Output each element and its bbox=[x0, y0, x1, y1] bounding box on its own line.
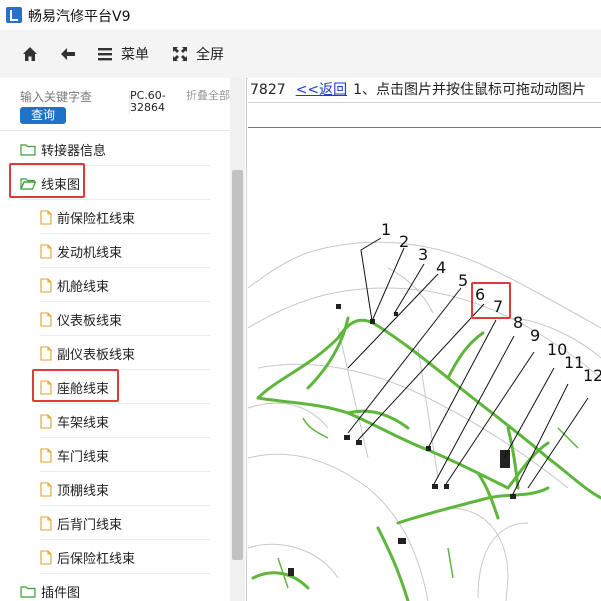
document-icon bbox=[40, 481, 52, 497]
open-folder-icon bbox=[20, 177, 36, 190]
tree-item-label: 仪表板线束 bbox=[57, 313, 123, 329]
pc-code: PC.60-32864 bbox=[129, 90, 178, 114]
folder-icon bbox=[20, 143, 36, 156]
diagram-code: 7827 bbox=[250, 82, 286, 98]
tree-item-label: 发动机线束 bbox=[57, 245, 123, 261]
title-bar: 畅易汽修平台V9 bbox=[0, 0, 601, 30]
sidebar-scrollbar[interactable] bbox=[230, 78, 245, 601]
back-link[interactable]: <<返回 bbox=[296, 82, 347, 98]
callout-number: 8 bbox=[513, 313, 524, 332]
fullscreen-button[interactable]: 全屏 bbox=[172, 42, 224, 66]
document-icon bbox=[40, 447, 52, 463]
tree-doc-item[interactable]: 座舱线束 bbox=[40, 371, 210, 404]
tree-doc-item[interactable]: 前保险杠线束 bbox=[40, 201, 210, 234]
app-logo-icon bbox=[6, 7, 22, 23]
back-button[interactable] bbox=[60, 42, 76, 66]
document-icon bbox=[40, 209, 52, 225]
fullscreen-label: 全屏 bbox=[196, 47, 224, 63]
tree-item-label: 顶棚线束 bbox=[57, 483, 110, 499]
tree-doc-item[interactable]: 后保险杠线束 bbox=[40, 541, 210, 574]
tree-doc-item[interactable]: 发动机线束 bbox=[40, 235, 210, 268]
folder-icon bbox=[20, 585, 36, 598]
header-band bbox=[248, 103, 601, 128]
callout-number: 7 bbox=[493, 297, 504, 316]
tree-item-label: 副仪表板线束 bbox=[57, 347, 136, 363]
tree-folder-item[interactable]: 插件图 bbox=[20, 575, 210, 601]
document-icon bbox=[40, 549, 52, 565]
tree-doc-item[interactable]: 顶棚线束 bbox=[40, 473, 210, 506]
tree-folder-item[interactable]: 转接器信息 bbox=[20, 133, 210, 166]
callout-number: 5 bbox=[458, 271, 469, 290]
callout-number: 2 bbox=[399, 232, 410, 251]
menu-label: 菜单 bbox=[121, 47, 149, 63]
tree-doc-item[interactable]: 仪表板线束 bbox=[40, 303, 210, 336]
keyword-search-input[interactable] bbox=[20, 88, 120, 106]
back-arrow-icon bbox=[61, 48, 75, 60]
callout-number: 11 bbox=[564, 353, 585, 372]
document-icon bbox=[40, 379, 52, 395]
callout-number: 3 bbox=[418, 245, 429, 264]
document-icon bbox=[40, 243, 52, 259]
tree-doc-item[interactable]: 后背门线束 bbox=[40, 507, 210, 540]
document-icon bbox=[40, 277, 52, 293]
window-title: 畅易汽修平台V9 bbox=[28, 9, 131, 25]
drag-hint: 1、点击图片并按住鼠标可拖动动图片 bbox=[353, 82, 587, 98]
callout-number: 12 bbox=[583, 366, 601, 385]
callout-number: 4 bbox=[436, 258, 447, 277]
tree-item-label: 前保险杠线束 bbox=[57, 211, 136, 227]
tree-doc-item[interactable]: 机舱线束 bbox=[40, 269, 210, 302]
tree-item-label: 线束图 bbox=[41, 177, 81, 193]
callout-number: 9 bbox=[530, 326, 541, 345]
tree-item-label: 车门线束 bbox=[57, 449, 110, 465]
document-icon bbox=[40, 413, 52, 429]
home-button[interactable] bbox=[22, 42, 38, 66]
fullscreen-icon bbox=[173, 47, 187, 61]
wiring-diagram[interactable]: 1 2 3 4 5 6 7 8 9 10 11 12 bbox=[248, 128, 601, 601]
collapse-all-link[interactable]: 折叠全部 bbox=[186, 90, 230, 102]
tree-item-label: 座舱线束 bbox=[57, 381, 110, 397]
content-header: 7827 <<返回 1、点击图片并按住鼠标可拖动动图片 bbox=[248, 78, 601, 103]
tree-item-label: 后保险杠线束 bbox=[57, 551, 136, 567]
callout-number: 1 bbox=[381, 220, 392, 239]
tree-doc-item[interactable]: 车门线束 bbox=[40, 439, 210, 472]
home-icon bbox=[23, 47, 37, 61]
scroll-thumb[interactable] bbox=[232, 170, 243, 560]
tree-item-label: 插件图 bbox=[41, 585, 81, 601]
document-icon bbox=[40, 311, 52, 327]
query-button[interactable]: 查询 bbox=[20, 107, 66, 124]
harness-drawing bbox=[248, 237, 601, 601]
tree-item-label: 后背门线束 bbox=[57, 517, 123, 533]
menu-button[interactable]: 菜单 bbox=[97, 42, 149, 66]
sidebar: 查询 PC.60-32864 折叠全部 转接器信息线束图前保险杠线束发动机线束机… bbox=[0, 78, 247, 601]
tree-doc-item[interactable]: 车架线束 bbox=[40, 405, 210, 438]
document-icon bbox=[40, 515, 52, 531]
document-icon bbox=[40, 345, 52, 361]
toolbar: 菜单 全屏 bbox=[0, 30, 601, 79]
tree-item-label: 车架线束 bbox=[57, 415, 110, 431]
tree-item-label: 转接器信息 bbox=[41, 143, 107, 159]
tree-folder-item[interactable]: 线束图 bbox=[20, 167, 210, 200]
tree-doc-item[interactable]: 副仪表板线束 bbox=[40, 337, 210, 370]
search-area: 查询 PC.60-32864 折叠全部 bbox=[0, 78, 230, 131]
callout-number: 6 bbox=[475, 285, 486, 304]
menu-icon bbox=[98, 48, 112, 61]
tree-item-label: 机舱线束 bbox=[57, 279, 110, 295]
